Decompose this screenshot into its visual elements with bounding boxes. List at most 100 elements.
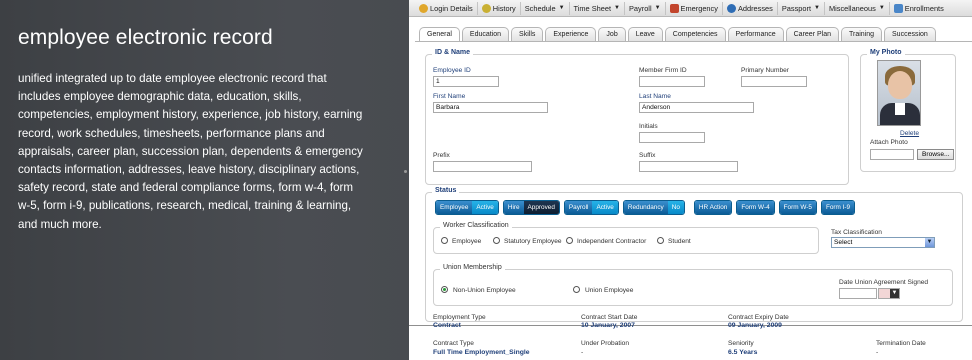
toolbar-addresses[interactable]: Addresses [723, 1, 778, 15]
employee-id-field[interactable]: 1 [433, 76, 499, 87]
tab-general[interactable]: General [419, 27, 460, 41]
prefix-label: Prefix [433, 152, 450, 159]
tab-experience[interactable]: Experience [545, 27, 597, 41]
tab-education[interactable]: Education [461, 27, 510, 41]
initials-field[interactable] [639, 132, 705, 143]
status-legend: Status [432, 187, 460, 194]
toolbar-miscellaneous[interactable]: Miscellaneous ▼ [825, 1, 890, 15]
radio-union-employee-label: Union Employee [585, 287, 634, 294]
promo-panel: employee electronic record unified integ… [0, 0, 408, 360]
chevron-down-icon: ▼ [925, 238, 934, 247]
radio-independent-contractor[interactable] [566, 237, 573, 244]
tab-leave[interactable]: Leave [627, 27, 663, 41]
toolbar-time-sheet[interactable]: Time Sheet ▼ [570, 1, 625, 15]
radio-independent-contractor-label: Independent Contractor [577, 238, 647, 245]
radio-student[interactable] [657, 237, 664, 244]
suffix-label: Suffix [639, 152, 656, 159]
prefix-field[interactable] [433, 161, 532, 172]
employment-type-value: Contract [433, 322, 461, 329]
tax-classification-label: Tax Classification [831, 229, 882, 236]
hire-approved-button[interactable]: Hire Approved [502, 200, 560, 215]
tab-training[interactable]: Training [840, 27, 883, 41]
termination-date-label: Termination Date [876, 340, 926, 347]
radio-statutory-employee-label: Statutory Employee [504, 238, 562, 245]
primary-number-label: Primary Number [741, 67, 789, 74]
member-firm-id-field[interactable] [639, 76, 705, 87]
hr-action-button[interactable]: HR Action [693, 200, 733, 215]
last-name-label: Last Name [639, 93, 671, 100]
primary-number-field[interactable] [741, 76, 807, 87]
member-firm-id-label: Member Firm ID [639, 67, 687, 74]
initials-label: Initials [639, 123, 658, 130]
suffix-field[interactable] [639, 161, 738, 172]
caret-down-icon: ▼ [558, 5, 565, 11]
browse-button[interactable]: Browse... [917, 149, 955, 160]
radio-union-employee[interactable] [573, 286, 580, 293]
worker-classification-legend: Worker Classification [440, 222, 512, 229]
calendar-dropdown-icon: ▼ [890, 289, 899, 298]
radio-employee-label: Employee [452, 238, 482, 245]
radio-student-label: Student [668, 238, 691, 245]
emergency-icon [669, 3, 679, 13]
tab-skills[interactable]: Skills [511, 27, 544, 41]
status-buttons: Employee Active Hire Approved Payroll Activ… [435, 200, 856, 215]
my-photo-legend: My Photo [867, 49, 905, 56]
caret-down-icon: ▼ [654, 5, 661, 11]
radio-non-union-employee-label: Non-Union Employee [453, 287, 516, 294]
tab-succession[interactable]: Succession [884, 27, 936, 41]
contract-expiry-value: 09 January, 2009 [728, 322, 782, 329]
caret-down-icon: ▼ [814, 5, 820, 11]
tab-job[interactable]: Job [598, 27, 626, 41]
date-union-agreement-label: Date Union Agreement Signed [839, 279, 929, 286]
form-i9-button[interactable]: Form I-9 [820, 200, 856, 215]
toolbar-login-details[interactable]: Login Details [415, 1, 478, 15]
tax-classification-select[interactable]: Select ▼ [831, 237, 935, 248]
seniority-value: 6.5 Years [728, 349, 758, 356]
radio-statutory-employee[interactable] [493, 237, 500, 244]
promo-title: employee electronic record [18, 26, 273, 49]
employee-record-app: Login Details History Schedule ▼ Time She… [409, 0, 972, 360]
toolbar-payroll[interactable]: Payroll ▼ [625, 1, 666, 15]
globe-icon [726, 3, 736, 13]
tab-competencies[interactable]: Competencies [664, 27, 726, 41]
caret-down-icon: ▼ [878, 5, 885, 11]
employee-active-button[interactable]: Employee Active [435, 200, 499, 215]
last-name-field[interactable]: Anderson [639, 102, 754, 113]
user-icon [419, 3, 428, 13]
contract-start-value: 10 January, 2007 [581, 322, 635, 329]
decorative-dot [404, 170, 407, 173]
attach-photo-field[interactable] [870, 149, 914, 160]
toolbar-enrollments[interactable]: Enrollments [890, 2, 948, 15]
id-name-legend: ID & Name [432, 49, 474, 56]
tab-performance[interactable]: Performance [727, 27, 784, 41]
caret-down-icon: ▼ [614, 5, 620, 11]
first-name-field[interactable]: Barbara [433, 102, 548, 113]
contract-start-label: Contract Start Date [581, 314, 638, 321]
history-icon [481, 3, 491, 13]
contract-type-value: Full Time Employment_Single [433, 349, 530, 356]
under-probation-value: - [581, 349, 584, 356]
toolbar-schedule[interactable]: Schedule ▼ [521, 1, 570, 15]
date-union-agreement-field[interactable] [839, 288, 877, 299]
termination-date-value: - [876, 349, 879, 356]
record-tabs: General Education Skills Experience Job … [419, 27, 936, 41]
toolbar-passport[interactable]: Passport ▼ [778, 1, 825, 15]
employee-id-label: Employee ID [433, 67, 471, 74]
seniority-label: Seniority [728, 340, 754, 347]
radio-non-union-employee[interactable] [441, 286, 448, 293]
first-name-label: First Name [433, 93, 466, 100]
top-toolbar: Login Details History Schedule ▼ Time She… [409, 0, 972, 17]
promo-description: unified integrated up to date employee e… [18, 72, 363, 231]
toolbar-emergency[interactable]: Emergency [666, 1, 723, 15]
calendar-picker-button[interactable]: ▼ [878, 288, 900, 299]
payroll-active-button[interactable]: Payroll Active [563, 200, 619, 215]
redundancy-no-button[interactable]: Redundancy No [622, 200, 685, 215]
employee-photo [877, 60, 921, 126]
toolbar-history[interactable]: History [478, 1, 521, 15]
form-w4-button[interactable]: Form W-4 [736, 200, 775, 215]
form-w5-button[interactable]: Form W-5 [778, 200, 817, 215]
radio-employee[interactable] [441, 237, 448, 244]
under-probation-label: Under Probation [581, 340, 630, 347]
delete-photo-link[interactable]: Delete [900, 130, 919, 137]
tab-career-plan[interactable]: Career Plan [785, 27, 839, 41]
